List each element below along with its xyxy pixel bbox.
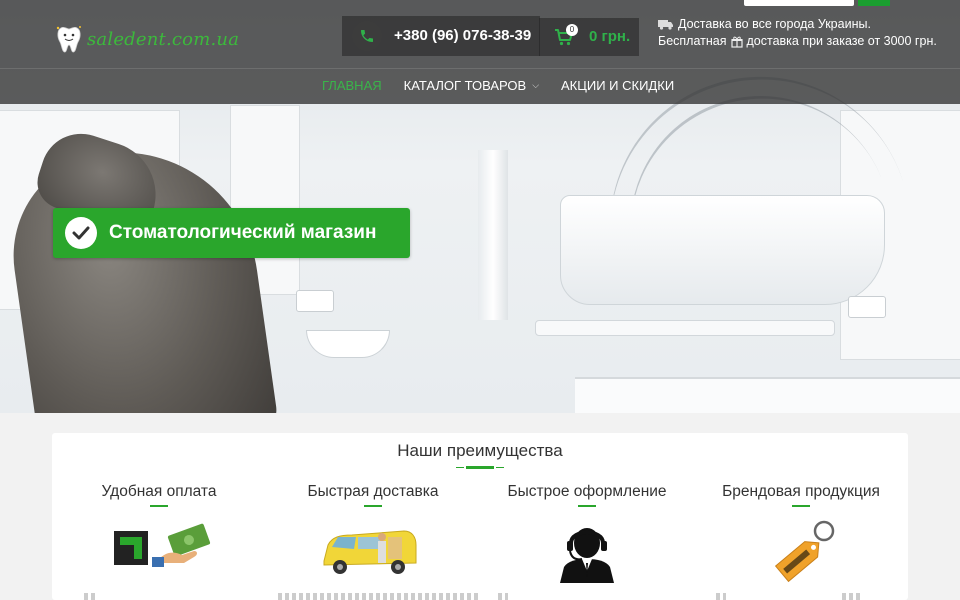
cart-total[interactable]: 0 грн. xyxy=(589,28,630,45)
cabinet xyxy=(575,377,960,413)
phone-icon[interactable] xyxy=(352,21,382,51)
label-underline xyxy=(792,505,810,507)
advantage-description xyxy=(498,593,508,600)
nav-item-home[interactable]: ГЛАВНАЯ xyxy=(322,78,382,93)
instrument-shelf xyxy=(535,320,835,336)
label-underline xyxy=(578,505,596,507)
advantage-label: Быстрое оформление xyxy=(507,483,667,500)
search-button[interactable] xyxy=(858,0,890,6)
socket xyxy=(848,296,886,318)
section-title: Наши преимущества xyxy=(397,441,563,460)
delivery-van-icon xyxy=(323,530,417,574)
advantage-label: Быстрая доставка xyxy=(307,483,439,500)
nav-item-sales[interactable]: АКЦИИ И СКИДКИ xyxy=(561,78,674,93)
title-underline xyxy=(456,466,504,469)
check-icon xyxy=(65,217,97,249)
label-underline xyxy=(364,505,382,507)
tooth-logo-icon xyxy=(56,26,81,53)
hero-banner: Стоматологический магазин xyxy=(53,208,410,258)
delivery-info: Доставка во все города Украины. Бесплатн… xyxy=(658,16,937,50)
chevron-down-icon: ⌵ xyxy=(532,80,540,90)
nav-item-label: АКЦИИ И СКИДКИ xyxy=(561,78,675,93)
nav-item-label: ГЛАВНАЯ xyxy=(322,78,382,93)
banner-title: Стоматологический магазин xyxy=(109,222,377,243)
label-underline xyxy=(150,505,168,507)
logo-text: saledent.com.ua xyxy=(87,28,240,50)
advantage-description xyxy=(278,593,478,600)
truck-icon xyxy=(658,20,673,30)
delivery-line-2: Бесплатная xyxy=(658,34,727,48)
advantage-label: Удобная оплата xyxy=(101,483,217,500)
gift-icon xyxy=(730,36,743,48)
advantages-section: Наши преимущества Удобная оплата Быстрая… xyxy=(52,433,908,600)
advantage-item: Быстрая доставка xyxy=(266,483,480,507)
phone-number[interactable]: +380 (96) 076-38-39 xyxy=(394,27,531,44)
advantage-label: Брендовая продукция xyxy=(722,483,880,500)
search-input[interactable] xyxy=(744,0,854,6)
sink xyxy=(306,330,390,358)
main-nav: ГЛАВНАЯ КАТАЛОГ ТОВАРОВ ⌵ АКЦИИ И СКИДКИ xyxy=(322,78,674,93)
advantage-item: Удобная оплата xyxy=(52,483,266,507)
socket xyxy=(296,290,334,312)
operator-headset-icon xyxy=(560,528,614,583)
advantage-item: Быстрое оформление xyxy=(480,483,694,507)
header-divider xyxy=(0,68,960,69)
advantage-item: Брендовая продукция xyxy=(694,483,908,507)
cart-count-badge: 0 xyxy=(566,24,578,36)
instrument-tray xyxy=(560,195,885,305)
delivery-line-2-rest: доставка при заказе от 3000 грн. xyxy=(746,34,937,48)
nav-item-label: КАТАЛОГ ТОВАРОВ xyxy=(403,78,527,93)
advantage-description xyxy=(84,593,98,600)
advantage-description xyxy=(716,593,726,600)
nav-item-catalog[interactable]: КАТАЛОГ ТОВАРОВ ⌵ xyxy=(404,78,539,93)
brand-tag-icon xyxy=(774,520,835,583)
advantage-description xyxy=(842,593,862,600)
unit-pole xyxy=(478,150,508,320)
logo[interactable]: saledent.com.ua xyxy=(55,24,239,54)
payment-icon xyxy=(114,523,211,567)
delivery-line-1: Доставка во все города Украины. xyxy=(678,17,871,31)
